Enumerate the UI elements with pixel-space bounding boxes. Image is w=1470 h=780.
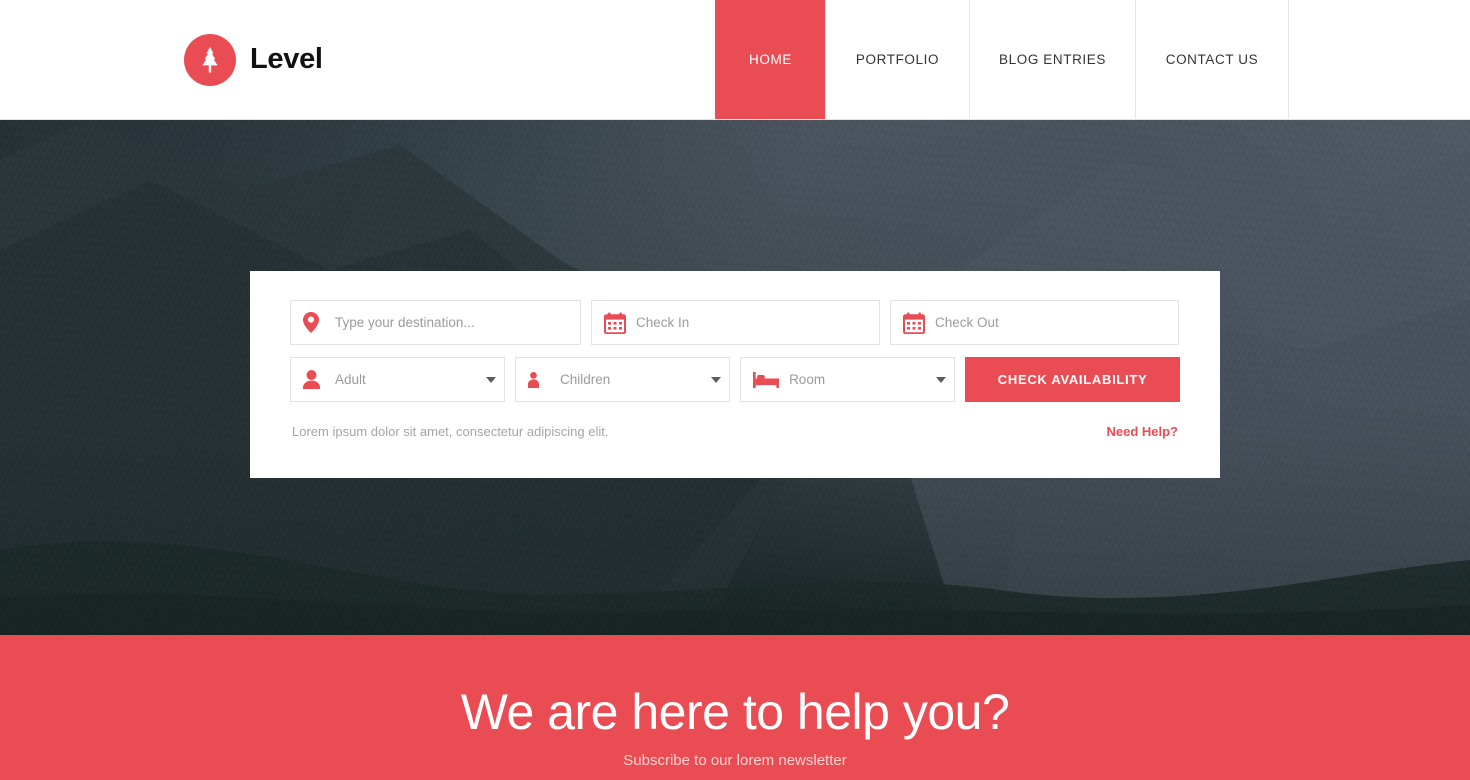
room-selected-value: Room <box>789 372 826 387</box>
brand-logo[interactable]: Level <box>0 0 323 119</box>
booking-note: Lorem ipsum dolor sit amet, consectetur … <box>292 424 609 439</box>
need-help-link[interactable]: Need Help? <box>1106 424 1178 439</box>
nav-item-portfolio[interactable]: PORTFOLIO <box>825 0 969 119</box>
help-cta-section: We are here to help you? Subscribe to ou… <box>0 635 1470 780</box>
main-navigation: HOME PORTFOLIO BLOG ENTRIES CONTACT US <box>715 0 1470 119</box>
cta-title: We are here to help you? <box>460 684 1010 740</box>
adult-selected-value: Adult <box>335 372 366 387</box>
check-in-input[interactable]: Check In <box>591 300 880 345</box>
map-pin-icon <box>303 312 329 333</box>
booking-row-secondary: Adult Children Room CHECK AVAILABILITY <box>290 357 1181 402</box>
site-header: Level HOME PORTFOLIO BLOG ENTRIES CONTAC… <box>0 0 1470 120</box>
child-icon <box>528 371 554 388</box>
bed-icon <box>753 371 783 388</box>
person-icon <box>303 370 329 389</box>
cta-subtitle: Subscribe to our lorem newsletter <box>623 752 847 769</box>
destination-input[interactable]: Type your destination... <box>290 300 581 345</box>
chevron-down-icon <box>711 376 722 383</box>
chevron-down-icon <box>936 376 947 383</box>
booking-row-primary: Type your destination... Check In Check … <box>290 300 1180 345</box>
brand-name: Level <box>250 43 323 75</box>
check-out-placeholder: Check Out <box>935 315 999 330</box>
nav-item-blog-entries[interactable]: BLOG ENTRIES <box>969 0 1135 119</box>
nav-item-home[interactable]: HOME <box>715 0 825 119</box>
children-select[interactable]: Children <box>515 357 731 402</box>
destination-placeholder: Type your destination... <box>335 315 475 330</box>
check-out-input[interactable]: Check Out <box>890 300 1179 345</box>
nav-end-divider <box>1288 0 1470 119</box>
pine-tree-icon <box>184 33 236 86</box>
booking-card-footer: Lorem ipsum dolor sit amet, consectetur … <box>290 424 1180 439</box>
hero-section: Type your destination... Check In Check … <box>0 120 1470 635</box>
check-in-placeholder: Check In <box>636 315 690 330</box>
children-selected-value: Children <box>560 372 611 387</box>
adult-select[interactable]: Adult <box>290 357 506 402</box>
booking-form-card: Type your destination... Check In Check … <box>250 271 1220 478</box>
nav-item-contact-us[interactable]: CONTACT US <box>1135 0 1288 119</box>
calendar-icon <box>604 312 630 334</box>
check-availability-button[interactable]: CHECK AVAILABILITY <box>965 357 1181 402</box>
room-select[interactable]: Room <box>740 357 956 402</box>
chevron-down-icon <box>486 376 497 383</box>
calendar-icon <box>903 312 929 334</box>
